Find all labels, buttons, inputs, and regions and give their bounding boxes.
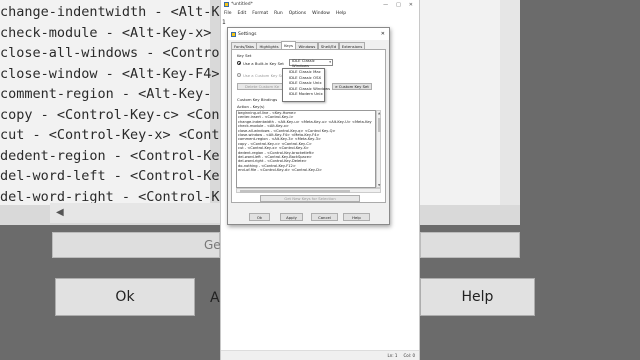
maximize-icon[interactable]: □: [396, 2, 401, 8]
status-col: Col: 0: [403, 353, 415, 358]
builtin-keyset-value: IDLE Classic Windows: [292, 57, 315, 68]
editor-line: 1: [222, 19, 226, 26]
window-title: *untitled*: [231, 2, 253, 7]
bg-help-button: Help: [420, 278, 535, 316]
save-custom-keyset-button[interactable]: e Custom Key Set: [332, 83, 372, 90]
bg-ghost-text: A: [210, 290, 220, 306]
bg-line: check-module - <Alt-Key-x>: [0, 24, 212, 41]
menu-options[interactable]: Options: [289, 11, 306, 16]
builtin-keyset-dropdown: IDLE Classic Mac IDLE Classic OSX IDLE C…: [282, 68, 330, 102]
tab-fonts-tabs[interactable]: Fonts/Tabs: [231, 42, 257, 49]
delete-custom-keyset-button[interactable]: Delete Custom Ke: [237, 83, 287, 90]
builtin-keyset-label: Use a Built-in Key Set: [243, 61, 284, 66]
title-bar: *untitled* — □ ✕: [221, 0, 419, 9]
close-icon[interactable]: ✕: [381, 31, 389, 37]
builtin-keyset-radio[interactable]: [237, 61, 241, 65]
custom-keyset-radio[interactable]: [237, 73, 241, 77]
dropdown-option[interactable]: IDLE Classic Mac: [283, 69, 324, 75]
left-arrow-icon: ◀: [56, 207, 64, 218]
tab-highlights[interactable]: Highlights: [256, 42, 282, 49]
action-header: Action - Key(s): [237, 104, 265, 109]
bg-left-panel: change-indentwidth - <Alt-Key-u> <Meta-K…: [0, 0, 350, 225]
list-item[interactable]: end-of-file - <Control-Key-d> <Control-K…: [237, 168, 375, 172]
menu-window[interactable]: Window: [312, 11, 330, 16]
bg-line: close-all-windows - <Control-: [0, 45, 236, 61]
settings-dialog: Settings ✕ Fonts/Tabs Highlights Keys Wi…: [227, 27, 390, 225]
minimize-icon[interactable]: —: [383, 2, 388, 8]
settings-tabs: Fonts/Tabs Highlights Keys Windows Shell…: [231, 41, 366, 49]
menu-help[interactable]: Help: [336, 11, 346, 16]
bg-line: del-word-left - <Control-Key-: [0, 168, 236, 184]
help-button[interactable]: Help: [343, 213, 370, 221]
key-set-label: Key Set: [237, 53, 252, 58]
tab-shell-ed[interactable]: Shell/Ed: [317, 42, 340, 49]
cancel-button[interactable]: Cancel: [311, 213, 338, 221]
bg-ghost-text: Ge: [204, 238, 221, 252]
bg-ok-button: Ok: [55, 278, 195, 316]
bg-right-panel: [420, 0, 520, 225]
window-controls: — □ ✕: [383, 2, 419, 8]
get-new-keys-button[interactable]: Get New Keys for Selection: [260, 195, 360, 202]
bg-line: dedent-region - <Control-Key-: [0, 147, 236, 164]
bg-line: copy - <Control-Key-c> <Control: [0, 106, 252, 123]
tab-windows[interactable]: Windows: [295, 42, 319, 49]
menu-edit[interactable]: Edit: [238, 11, 247, 16]
up-arrow-icon[interactable]: ▲: [378, 111, 380, 115]
bg-right-button-row: [420, 232, 520, 258]
scrollbar-thumb[interactable]: [240, 190, 350, 193]
idle-app-icon: [231, 31, 236, 37]
bg-key-list: change-indentwidth - <Alt-Key-u> <Meta-K…: [0, 0, 350, 205]
tab-keys[interactable]: Keys: [281, 41, 296, 49]
bg-right-area: Help: [420, 0, 640, 360]
menu-run[interactable]: Run: [274, 11, 283, 16]
menu-format[interactable]: Format: [252, 11, 268, 16]
custom-keyset-label: Use a Custom Key Set: [243, 73, 285, 78]
bg-right-scrollbar: [500, 0, 520, 205]
horizontal-scrollbar[interactable]: [236, 188, 381, 193]
key-bindings-list[interactable]: beginning-of-line - <Key-Home> center-in…: [236, 110, 376, 188]
close-icon[interactable]: ✕: [409, 2, 413, 8]
scrollbar-thumb[interactable]: [378, 118, 381, 132]
dropdown-option[interactable]: IDLE Classic Unix: [283, 80, 324, 86]
status-line: Ln: 1: [387, 353, 398, 358]
tab-extensions[interactable]: Extensions: [338, 42, 366, 49]
menu-file[interactable]: File: [224, 11, 232, 16]
bg-line: change-indentwidth - <Alt-Key-u> <Meta-K…: [0, 4, 350, 20]
dialog-title: Settings: [238, 31, 257, 37]
idle-app-icon: [224, 2, 229, 7]
menu-bar: File Edit Format Run Options Window Help: [221, 9, 419, 18]
bg-hscroll: ◀: [50, 203, 220, 223]
bg-line: comment-region - <Alt-Key-: [0, 86, 212, 102]
down-arrow-icon[interactable]: ▼: [378, 183, 380, 187]
vertical-scrollbar[interactable]: ▲ ▼: [376, 110, 381, 188]
custom-bindings-label: Custom Key Bindings: [237, 97, 278, 102]
status-bar: Ln: 1 Col: 0: [221, 350, 419, 360]
dialog-title-bar: Settings ✕: [228, 28, 389, 40]
apply-button[interactable]: Apply: [280, 213, 303, 221]
ok-button[interactable]: Ok: [249, 213, 270, 221]
bg-right-list: [420, 0, 500, 205]
bg-line: cut - <Control-Key-x> <Contro: [0, 127, 236, 143]
builtin-keyset-select[interactable]: IDLE Classic Windows ▾: [289, 57, 333, 68]
dropdown-option[interactable]: IDLE Modern Unix: [283, 91, 324, 97]
bg-line: close-window - <Alt-Key-F4>: [0, 65, 220, 82]
bg-button-row: [52, 232, 220, 258]
chevron-down-icon: ▾: [329, 60, 331, 64]
